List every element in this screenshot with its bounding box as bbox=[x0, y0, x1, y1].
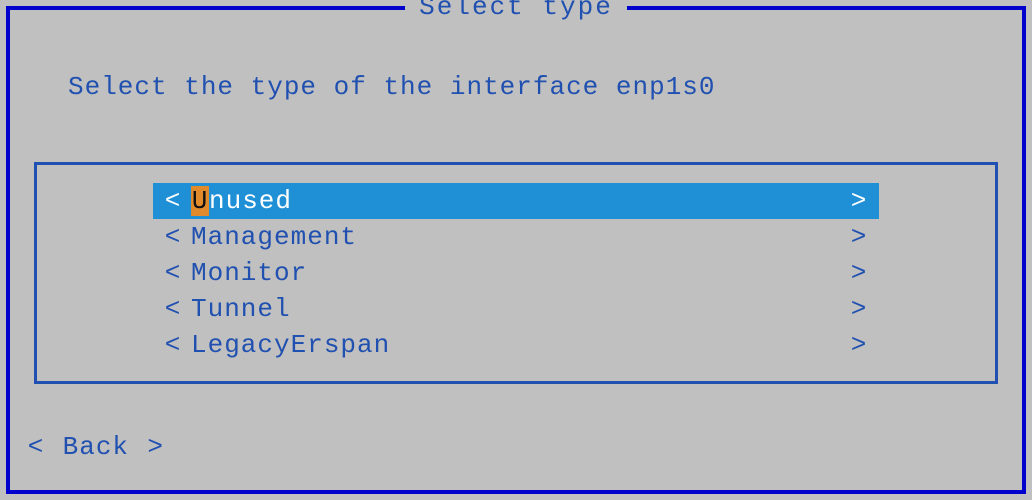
menu-item-legacyerspan[interactable]: < LegacyErspan > bbox=[153, 327, 879, 363]
chevron-right-icon: > bbox=[847, 330, 871, 360]
back-button-label: Back bbox=[63, 432, 129, 462]
chevron-right-icon: > bbox=[146, 432, 166, 462]
hotkey-char: U bbox=[191, 186, 209, 216]
chevron-left-icon: < bbox=[26, 432, 46, 462]
chevron-left-icon: < bbox=[161, 330, 185, 360]
chevron-left-icon: < bbox=[161, 222, 185, 252]
menu-item-label: Tunnel bbox=[185, 294, 847, 324]
menu-item-monitor[interactable]: < Monitor > bbox=[153, 255, 879, 291]
chevron-right-icon: > bbox=[847, 186, 871, 216]
menu-item-management[interactable]: < Management > bbox=[153, 219, 879, 255]
menu-item-label: Management bbox=[185, 222, 847, 252]
chevron-right-icon: > bbox=[847, 258, 871, 288]
menu-item-label: Monitor bbox=[185, 258, 847, 288]
dialog-title-wrap: Select type bbox=[10, 0, 1022, 22]
menu-item-label: Unused bbox=[185, 186, 847, 216]
menu-item-unused[interactable]: < Unused > bbox=[153, 183, 879, 219]
menu-item-tunnel[interactable]: < Tunnel > bbox=[153, 291, 879, 327]
menu-item-label: LegacyErspan bbox=[185, 330, 847, 360]
chevron-left-icon: < bbox=[161, 186, 185, 216]
menu-frame: < Unused > < Management > < Monitor > < … bbox=[34, 162, 998, 384]
back-button[interactable]: < Back > bbox=[26, 432, 166, 462]
dialog-prompt: Select the type of the interface enp1s0 bbox=[68, 72, 716, 102]
chevron-left-icon: < bbox=[161, 258, 185, 288]
dialog-frame: Select type Select the type of the inter… bbox=[6, 6, 1026, 494]
menu-list: < Unused > < Management > < Monitor > < … bbox=[153, 183, 879, 363]
dialog-title: Select type bbox=[405, 0, 627, 22]
chevron-right-icon: > bbox=[847, 294, 871, 324]
chevron-right-icon: > bbox=[847, 222, 871, 252]
chevron-left-icon: < bbox=[161, 294, 185, 324]
